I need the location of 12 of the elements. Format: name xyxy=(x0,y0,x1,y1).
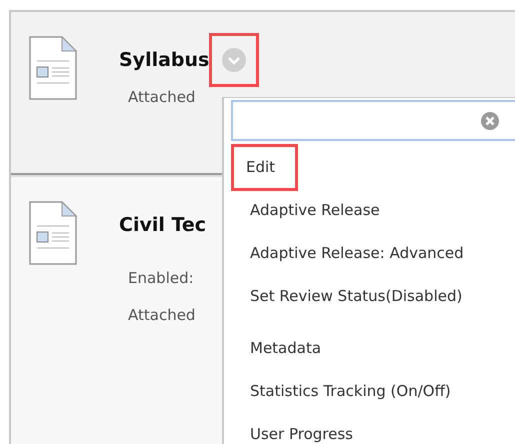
item-title[interactable]: Syllabus xyxy=(119,46,210,74)
item-detail-text: Enabled: xyxy=(128,268,195,289)
search-field[interactable] xyxy=(231,100,515,141)
chevron-down-icon xyxy=(222,48,246,72)
document-icon xyxy=(29,36,77,100)
item-detail-text: Attached xyxy=(128,304,196,326)
options-menu-button[interactable] xyxy=(209,33,260,87)
document-icon xyxy=(29,201,77,265)
clear-icon[interactable] xyxy=(481,112,499,130)
item-title[interactable]: Civil Tec xyxy=(119,210,206,240)
menu-item[interactable]: Edit xyxy=(231,144,298,191)
item-detail-text: Attached xyxy=(128,87,196,108)
